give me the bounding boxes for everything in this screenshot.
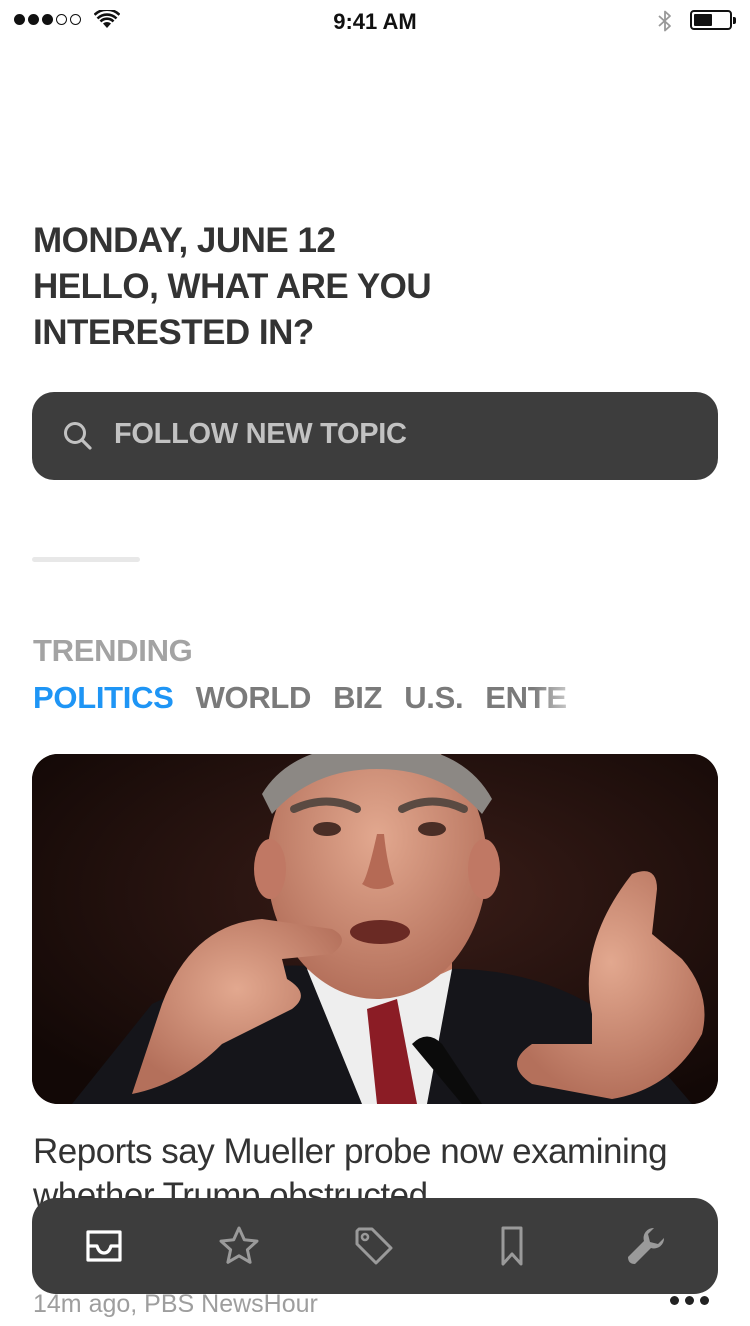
greeting-line-1: HELLO, WHAT ARE YOU	[33, 267, 432, 306]
bottom-tab-bar	[32, 1198, 718, 1294]
more-dot	[700, 1296, 709, 1305]
follow-topic-search-bar[interactable]: FOLLOW NEW TOPIC	[32, 392, 718, 480]
more-dot	[685, 1296, 694, 1305]
article-meta: 14m ago, PBS NewsHour	[33, 1290, 318, 1318]
topic-tabs-fade	[533, 680, 593, 726]
tab-us[interactable]: U.S.	[404, 680, 463, 726]
greeting-line-2: INTERESTED IN?	[33, 313, 314, 352]
follow-topic-label: FOLLOW NEW TOPIC	[114, 418, 407, 450]
tab-biz[interactable]: BIZ	[333, 680, 382, 726]
article-hero-image[interactable]	[32, 754, 718, 1104]
trending-label: TRENDING	[33, 633, 193, 668]
bluetooth-icon	[658, 10, 671, 32]
more-dot	[670, 1296, 679, 1305]
tag-icon[interactable]	[352, 1224, 396, 1268]
status-bar: 9:41 AM	[0, 0, 750, 42]
star-icon[interactable]	[217, 1224, 261, 1268]
wrench-icon[interactable]	[624, 1224, 668, 1268]
search-icon	[64, 422, 92, 450]
article-photo	[32, 754, 718, 1104]
section-divider	[32, 557, 140, 562]
tab-world[interactable]: WORLD	[196, 680, 312, 726]
date-heading: MONDAY, JUNE 12	[33, 221, 336, 260]
battery-icon	[690, 10, 736, 30]
more-options-button[interactable]	[670, 1296, 709, 1305]
tab-politics[interactable]: POLITICS	[33, 680, 174, 726]
status-time: 9:41 AM	[333, 9, 417, 34]
greeting-header: MONDAY, JUNE 12 HELLO, WHAT ARE YOU INTE…	[33, 218, 653, 356]
topic-tabs: POLITICS WORLD BIZ U.S. ENTE	[33, 680, 593, 726]
bookmark-icon[interactable]	[490, 1224, 534, 1268]
inbox-icon[interactable]	[82, 1224, 126, 1268]
